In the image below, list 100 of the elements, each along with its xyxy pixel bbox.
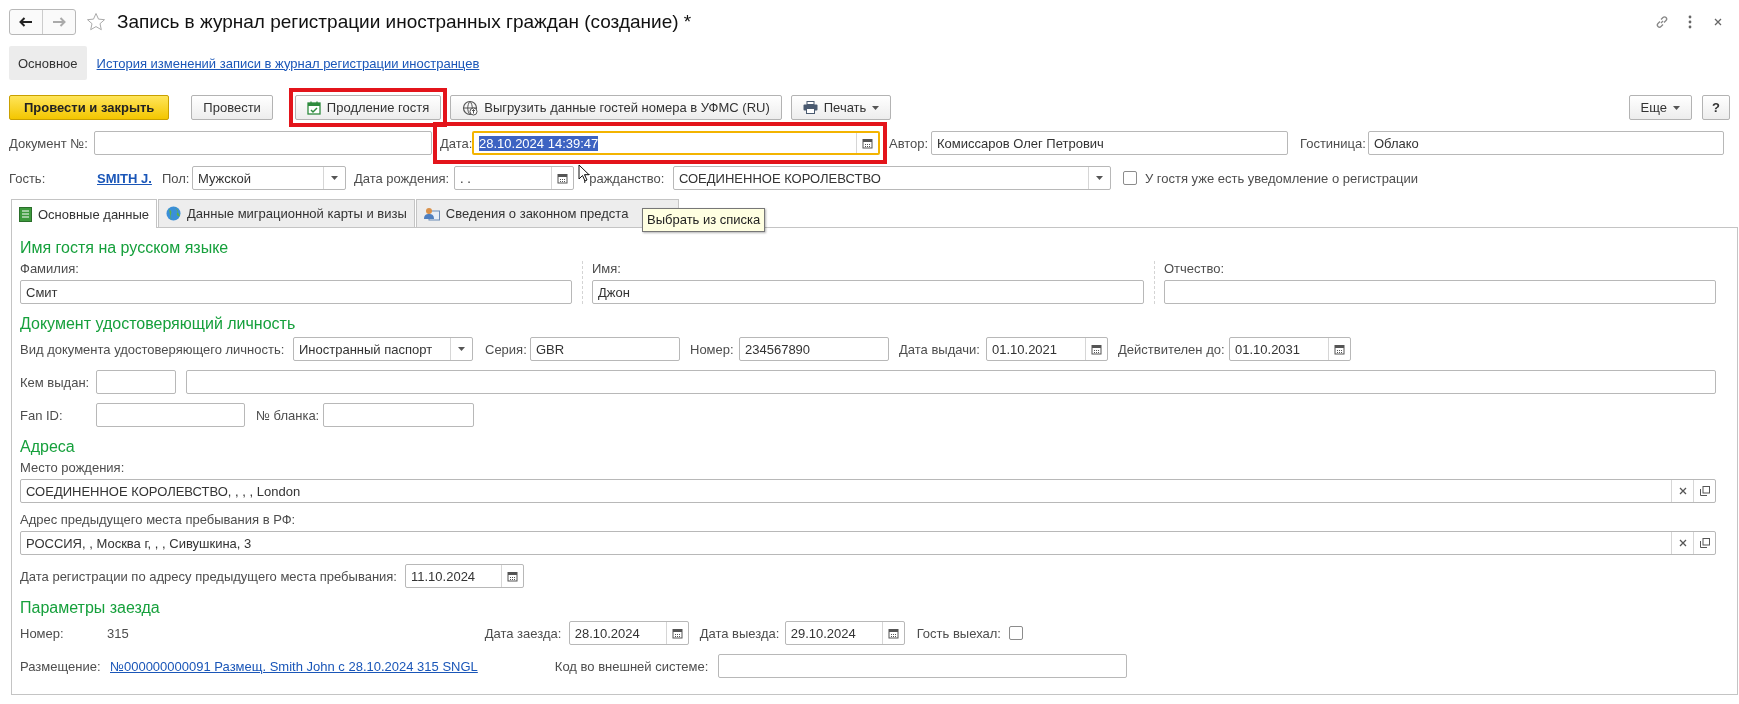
field-label: Кем выдан: — [20, 374, 91, 390]
caret-icon — [872, 105, 880, 110]
dropdown-field[interactable]: Иностранный паспорт — [293, 337, 473, 361]
star-icon[interactable] — [86, 12, 106, 32]
field-label: Адрес предыдущего места пребывания в РФ: — [20, 512, 297, 528]
field-label: Номер: — [690, 341, 735, 357]
calendar-icon[interactable] — [1091, 343, 1102, 355]
globe-icon — [166, 206, 182, 221]
calendar-icon[interactable] — [1334, 343, 1345, 355]
field-label: Гость: — [9, 170, 47, 186]
dropdown-icon[interactable] — [330, 176, 338, 180]
text-field[interactable] — [323, 403, 474, 427]
window-title: Запись в журнал регистрации иностранных граждан (создание) * — [117, 11, 692, 33]
text-field[interactable]: GBR — [530, 337, 680, 361]
field-label: Дата выдачи: — [899, 341, 981, 357]
globe-upload-icon — [462, 99, 479, 116]
link-button[interactable] — [1655, 14, 1669, 30]
field-label: Fan ID: — [20, 407, 64, 423]
section-tab[interactable]: Основное — [9, 46, 87, 80]
field-label: Код во внешней системе: — [554, 658, 710, 674]
text-field[interactable]: 234567890 — [739, 337, 889, 361]
clear-icon[interactable] — [1678, 539, 1687, 547]
toolbar-button[interactable]: Провести и закрыть — [9, 95, 170, 120]
arrow-right-icon — [52, 17, 66, 27]
field-label: Имя: — [592, 261, 622, 277]
dropdown-icon[interactable] — [458, 347, 465, 351]
date-field[interactable]: . . — [453, 166, 574, 190]
text-field[interactable] — [186, 370, 1716, 394]
field-label: Гражданство: — [582, 170, 666, 186]
field-label: Гость выехал: — [916, 625, 1002, 641]
tooltip: Выбрать из списка — [642, 208, 766, 232]
calendar-icon[interactable] — [507, 570, 518, 582]
chain-link-icon — [1655, 15, 1669, 29]
open-window-icon[interactable] — [1699, 486, 1710, 496]
dropdown-icon[interactable] — [1095, 176, 1103, 180]
clear-icon[interactable] — [1678, 487, 1687, 495]
field-label: Дата: — [440, 135, 472, 151]
toolbar-button[interactable]: Печать — [790, 95, 892, 120]
text-field[interactable] — [96, 370, 176, 394]
checkbox[interactable] — [1122, 171, 1137, 185]
section-heading: Документ удостоверяющий личность — [20, 314, 296, 334]
field-label: Серия: — [485, 341, 528, 357]
date-field[interactable]: 28.10.2024 — [568, 621, 689, 645]
date-field[interactable]: 28.10.2024 14:39:47 — [472, 131, 880, 155]
date-field[interactable]: 11.10.2024 — [405, 564, 524, 588]
text-field[interactable]: Комиссаров Олег Петрович — [931, 131, 1288, 155]
toolbar-button[interactable]: Выгрузить данные гостей номера в УФМС (RU) — [450, 95, 782, 120]
help-button[interactable]: ? — [1702, 95, 1730, 120]
date-field[interactable]: 29.10.2024 — [784, 621, 905, 645]
field-label: Вид документа удостоверяющего личность: — [20, 341, 286, 357]
dropdown-field[interactable]: Мужской — [191, 166, 346, 190]
field-label: Дата рождения: — [353, 170, 451, 186]
section-link[interactable]: История изменений записи в журнал регистрации иностранцев — [87, 46, 489, 80]
address-field[interactable]: СОЕДИНЕННОЕ КОРОЛЕВСТВО, , , , London — [20, 479, 1716, 503]
open-window-icon[interactable] — [1699, 538, 1710, 548]
form-tab[interactable]: Основные данные — [11, 199, 158, 228]
more-button[interactable]: Еще — [1628, 95, 1693, 120]
calendar-icon[interactable] — [671, 627, 683, 639]
field-label: Дата заезда: — [484, 625, 563, 641]
text-field[interactable] — [717, 654, 1127, 678]
field-label: Автор: — [889, 135, 930, 151]
text-field[interactable] — [1164, 280, 1716, 304]
dropdown-field[interactable]: СОЕДИНЕННОЕ КОРОЛЕВСТВО — [672, 166, 1111, 190]
field-label: Пол: — [161, 170, 191, 186]
text-field[interactable]: Джон — [592, 280, 1144, 304]
field-label: Место рождения: — [20, 460, 126, 476]
form-tab[interactable]: Данные миграционной карты и визы — [158, 199, 415, 227]
checkbox-label: У гостя уже есть уведомление о регистрации — [1144, 170, 1419, 186]
text-field[interactable] — [94, 131, 432, 155]
printer-icon — [802, 101, 818, 114]
section-heading: Параметры заезда — [20, 598, 160, 618]
arrow-left-icon — [19, 17, 33, 27]
calendar-icon[interactable] — [862, 137, 873, 149]
caret-icon — [1673, 105, 1681, 110]
date-field[interactable]: 01.10.2031 — [1229, 337, 1351, 361]
field-label: Гостиница: — [1300, 135, 1367, 151]
calendar-icon[interactable] — [556, 172, 568, 184]
calendar-icon[interactable] — [887, 627, 899, 639]
person-card-icon — [423, 206, 440, 221]
link[interactable]: №000000000091 Размещ. Smith John с 28.10.2024 315 SNGL — [110, 658, 478, 674]
text-field[interactable]: Смит — [20, 280, 572, 304]
field-label: Дата регистрации по адресу предыдущего места пребывания: — [20, 568, 398, 584]
field-label: Размещение: — [20, 658, 102, 674]
field-label: № бланка: — [256, 407, 321, 423]
text-field[interactable] — [96, 403, 245, 427]
close-icon — [1714, 18, 1722, 26]
address-field[interactable]: РОССИЯ, , Москва г, , , Сивушкина, 3 — [20, 531, 1716, 555]
field-label: Документ №: — [9, 135, 89, 151]
date-field[interactable]: 01.10.2021 — [986, 337, 1108, 361]
field-label: Дата выезда: — [699, 625, 781, 641]
toolbar-button[interactable]: Продление гостя — [294, 95, 442, 120]
text-field[interactable]: Облако — [1368, 131, 1724, 155]
checkbox[interactable] — [1008, 626, 1023, 640]
section-heading: Адреса — [20, 437, 75, 457]
link[interactable]: SMITH J. — [97, 170, 152, 186]
field-label: Номер: — [20, 625, 65, 641]
calendar-check-icon — [306, 100, 321, 115]
toolbar-button[interactable]: Провести — [191, 95, 273, 120]
section-heading: Имя гостя на русском языке — [20, 238, 229, 258]
dots-icon — [1688, 15, 1692, 29]
